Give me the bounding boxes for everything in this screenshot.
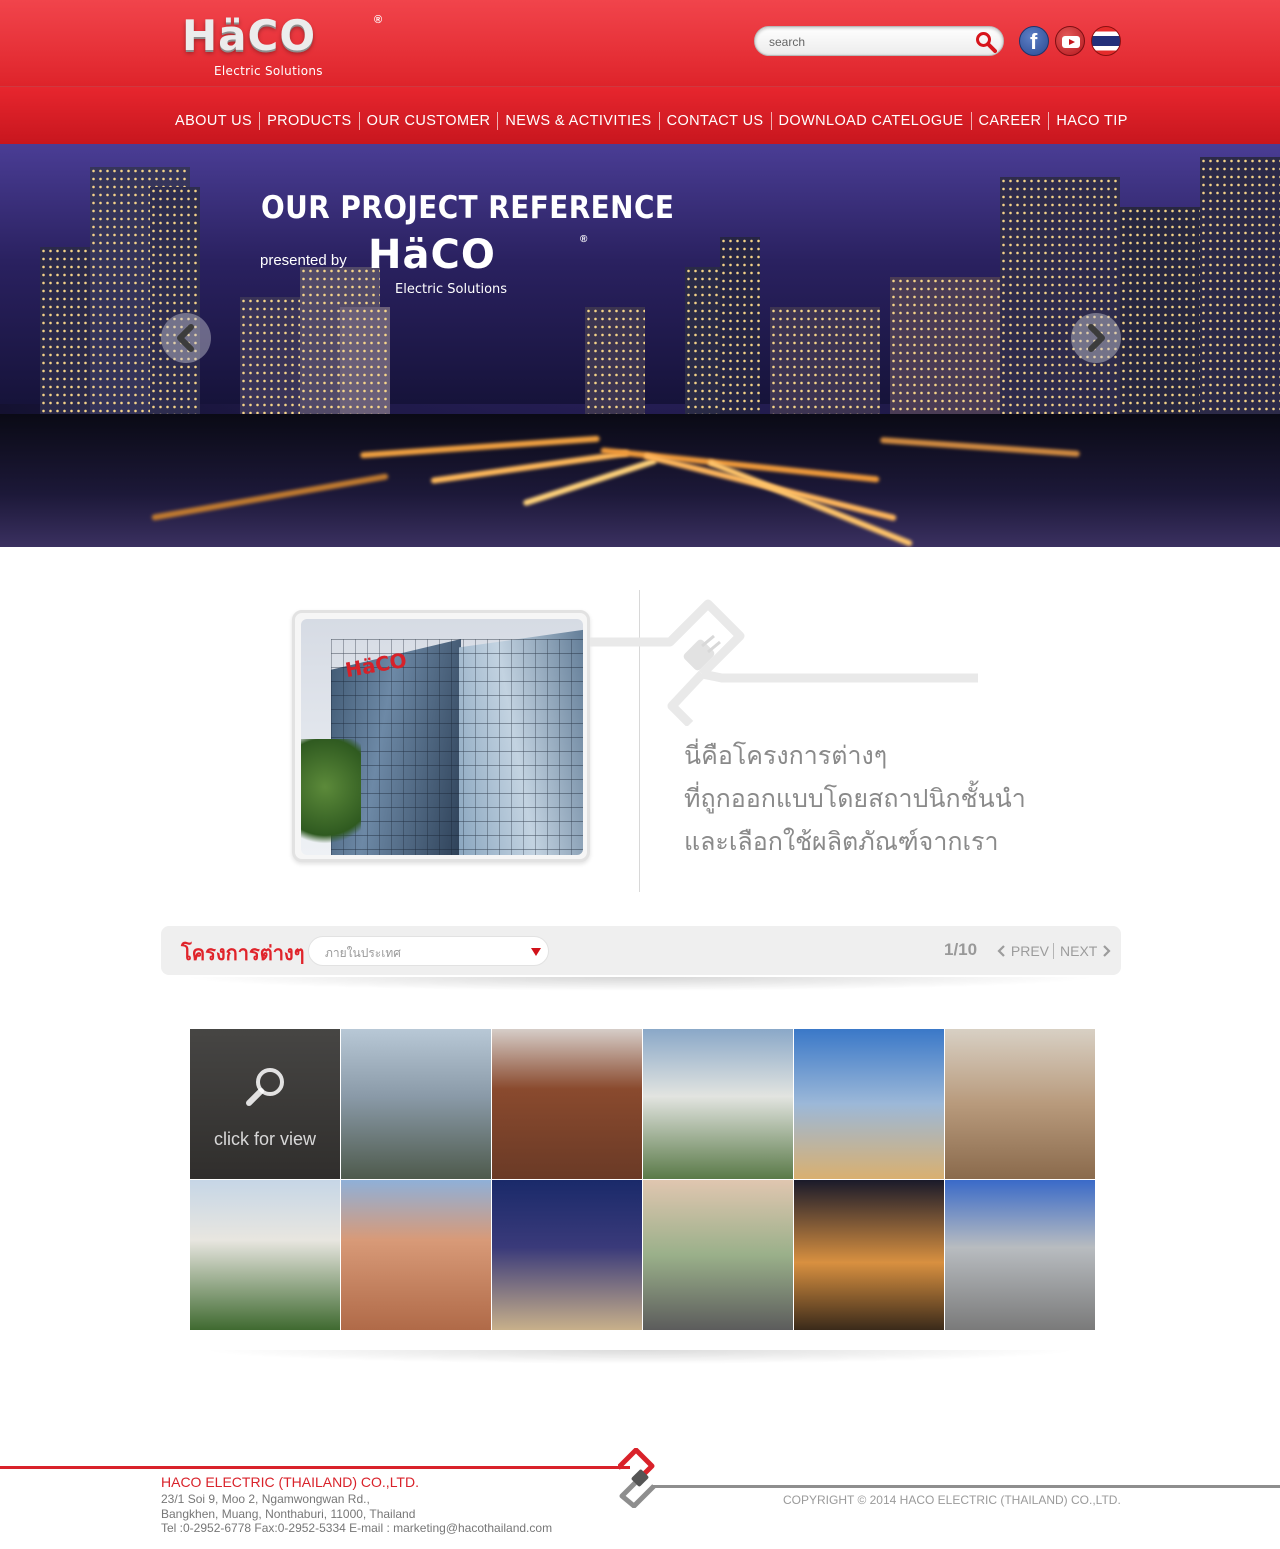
skyline-building [770, 307, 880, 417]
footer-address-line: Bangkhen, Muang, Nonthaburi, 11000, Thai… [161, 1506, 416, 1521]
skyline-building [1000, 177, 1120, 417]
haco-building-photo: HäCO [301, 619, 583, 855]
search-input[interactable] [769, 33, 969, 51]
footer-copyright: COPYRIGHT © 2014 HACO ELECTRIC (THAILAND… [783, 1493, 1121, 1507]
project-thumbnail[interactable] [341, 1180, 491, 1330]
thai-flag-icon[interactable] [1091, 26, 1121, 56]
intro-line: ที่ถูกออกแบบโดยสถาปนิกชั้นนำ [684, 784, 1026, 813]
intro-tagline: นี่คือโครงการต่างๆ ที่ถูกออกแบบโดยสถาปนิ… [684, 734, 1026, 863]
skyline-building [1200, 157, 1280, 417]
chevron-right-icon [1088, 324, 1105, 352]
intro-photo-frame: HäCO [292, 610, 590, 862]
project-thumbnail[interactable] [643, 1180, 793, 1330]
next-page-button[interactable]: NEXT [1060, 943, 1111, 959]
nav-products[interactable]: PRODUCTS [260, 111, 359, 131]
chevron-right-icon [1103, 945, 1111, 957]
footer-address: 23/1 Soi 9, Moo 2, Ngamwongwan Rd., Bang… [161, 1492, 552, 1536]
project-thumbnail[interactable] [945, 1029, 1095, 1179]
project-thumbnail[interactable]: click for view [190, 1029, 340, 1179]
project-thumbnail[interactable] [945, 1180, 1095, 1330]
project-thumbnail[interactable] [492, 1180, 642, 1330]
facebook-icon[interactable]: f [1019, 26, 1049, 56]
hero-title: OUR PROJECT REFERENCE [261, 190, 675, 226]
hero-river [0, 414, 1280, 547]
project-thumbnail[interactable] [794, 1029, 944, 1179]
hero-presented-by: presented by [260, 252, 347, 269]
youtube-play-icon [1069, 39, 1075, 45]
project-thumbnail-grid: click for view [190, 1029, 1095, 1330]
logo-wordmark: HäCO [182, 11, 317, 60]
facebook-glyph: f [1030, 29, 1038, 54]
pager-divider [1053, 943, 1054, 959]
skyline-building [720, 237, 760, 417]
nav-about-us[interactable]: ABOUT US [168, 111, 259, 131]
main-nav: ABOUT US PRODUCTS OUR CUSTOMER NEWS & AC… [168, 110, 1135, 132]
nav-career[interactable]: CAREER [972, 111, 1049, 131]
site-header: HäCO ® Electric Solutions f ABOUT US PRO… [0, 0, 1280, 144]
skyline-building [585, 307, 645, 417]
dropdown-arrow-icon [531, 948, 541, 956]
footer-gray-line [652, 1485, 1280, 1488]
plug-cable-icon [590, 599, 978, 726]
nav-contact-us[interactable]: CONTACT US [660, 111, 771, 131]
footer-red-line [0, 1466, 630, 1469]
prev-page-button[interactable]: PREV [997, 943, 1049, 959]
search-icon[interactable] [975, 31, 997, 53]
filter-bar-shadow [180, 977, 1100, 991]
building-tree [301, 739, 361, 855]
haco-logo[interactable]: HäCO ® Electric Solutions [182, 14, 392, 80]
footer-plug-icon [618, 1448, 656, 1508]
chevron-left-icon [997, 945, 1005, 957]
hero-logo-wordmark: HäCO [368, 232, 496, 278]
nav-haco-tip[interactable]: HACO TIP [1049, 111, 1134, 131]
thumbnail-hover-overlay: click for view [190, 1029, 340, 1179]
logo-tagline: Electric Solutions [214, 64, 323, 78]
nav-news-activities[interactable]: NEWS & ACTIVITIES [498, 111, 658, 131]
search-box [754, 26, 1004, 56]
intro-line: นี่คือโครงการต่างๆ [684, 741, 888, 770]
hero-logo-registered-mark: ® [580, 234, 588, 245]
nav-our-customer[interactable]: OUR CUSTOMER [360, 111, 498, 131]
skyline-building [150, 187, 200, 417]
nav-download-catelogue[interactable]: DOWNLOAD CATELOGUE [772, 111, 971, 131]
project-region-value: ภายในประเทศ [325, 946, 401, 960]
footer-company-name: HACO ELECTRIC (THAILAND) CO.,LTD. [161, 1474, 419, 1490]
project-thumbnail[interactable] [492, 1029, 642, 1179]
footer-contact: Tel :0-2952-6778 Fax:0-2952-5334 E-mail … [161, 1521, 553, 1535]
skyline-building [890, 277, 1010, 417]
next-page-label: NEXT [1060, 943, 1098, 959]
project-region-select[interactable]: ภายในประเทศ [308, 936, 549, 966]
page-indicator: 1/10 [944, 940, 978, 959]
hero-next-button[interactable] [1071, 313, 1121, 363]
projects-filter-bar: โครงการต่างๆ ภายในประเทศ 1/10 PREV NEXT [161, 926, 1121, 975]
logo-registered-mark: ® [374, 14, 383, 26]
project-thumbnail[interactable] [341, 1029, 491, 1179]
skyline-building [240, 297, 300, 417]
intro-line: และเลือกใช้ผลิตภัณฑ์จากเรา [684, 827, 999, 856]
hero-prev-button[interactable] [161, 313, 211, 363]
grid-shadow [200, 1350, 1080, 1364]
prev-page-label: PREV [1010, 943, 1050, 959]
projects-title: โครงการต่างๆ [181, 941, 305, 965]
project-thumbnail[interactable] [643, 1029, 793, 1179]
hero-logo-tagline: Electric Solutions [395, 282, 508, 297]
magnifier-icon [246, 1068, 284, 1106]
youtube-icon[interactable] [1055, 26, 1085, 56]
chevron-left-icon [177, 324, 194, 352]
project-thumbnail[interactable] [190, 1180, 340, 1330]
project-thumbnail[interactable] [794, 1180, 944, 1330]
skyline-building [340, 307, 390, 417]
thumbnail-overlay-label: click for view [214, 1129, 317, 1149]
footer-address-line: 23/1 Soi 9, Moo 2, Ngamwongwan Rd., [161, 1492, 370, 1506]
